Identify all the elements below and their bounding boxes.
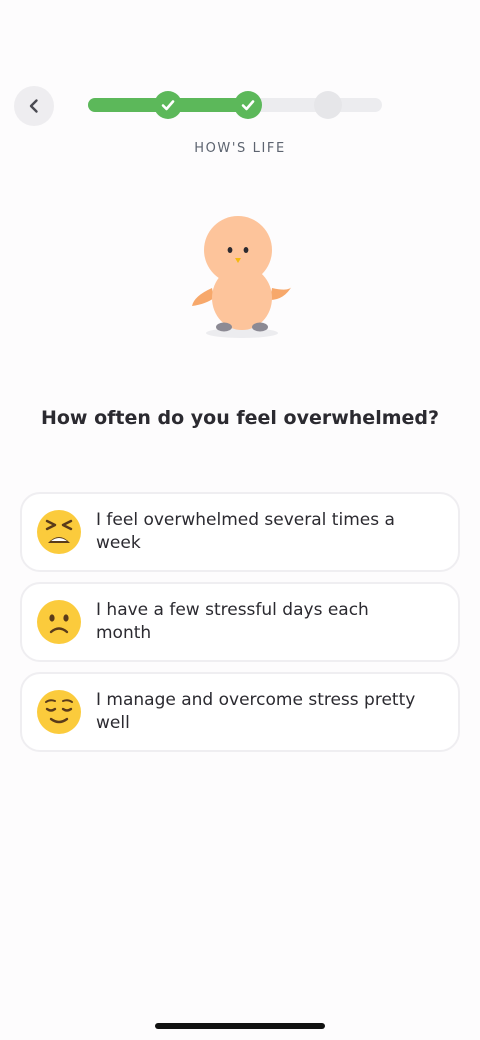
chevron-left-icon: [29, 99, 38, 113]
tired-face-emoji-icon: [37, 510, 81, 554]
option-label: I have a few stressful days each month: [96, 600, 369, 643]
option-manage-stress-well[interactable]: I manage and overcome stress pretty well: [20, 672, 460, 752]
checkmark-icon: [241, 100, 255, 111]
frowning-face-emoji-icon: [37, 600, 81, 644]
question-title: How often do you feel overwhelmed?: [40, 407, 440, 429]
progress-step-pending: [314, 91, 342, 119]
option-several-times-week[interactable]: I feel overwhelmed several times a week: [20, 492, 460, 572]
home-indicator[interactable]: [155, 1023, 325, 1029]
section-label: HOW'S LIFE: [194, 141, 286, 156]
checkmark-icon: [161, 100, 175, 111]
progress-step-completed: [154, 91, 182, 119]
option-label: I feel overwhelmed several times a week: [96, 510, 395, 553]
option-few-stressful-days[interactable]: I have a few stressful days each month: [20, 582, 460, 662]
relieved-face-emoji-icon: [37, 690, 81, 734]
progress-step-completed: [234, 91, 262, 119]
option-label: I manage and overcome stress pretty well: [96, 690, 416, 733]
back-button[interactable]: [14, 86, 54, 126]
mascot-illustration: [192, 216, 292, 338]
